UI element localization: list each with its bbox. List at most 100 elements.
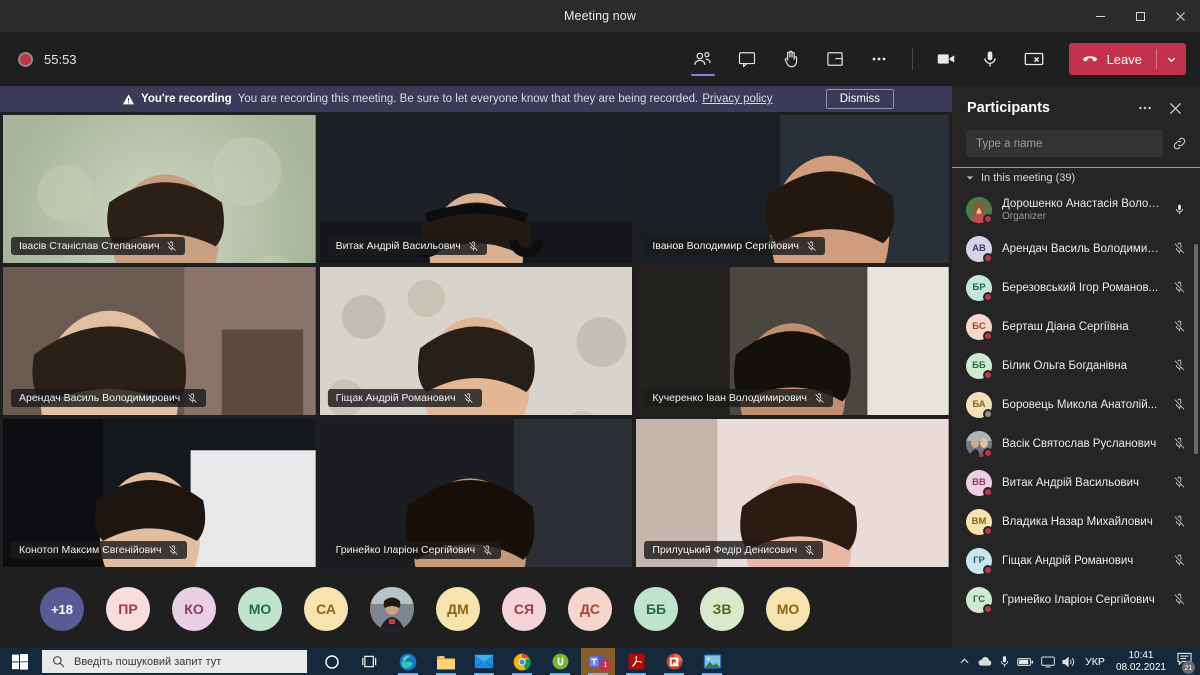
taskbar-app-powerpoint[interactable] <box>657 648 691 675</box>
microphone-tray-icon[interactable] <box>999 655 1010 668</box>
participant-avatar[interactable]: ПР <box>106 587 150 631</box>
list-item[interactable]: БА Боровець Микола Анатолій... <box>952 385 1200 424</box>
dismiss-button[interactable]: Dismiss <box>826 89 894 109</box>
panel-scrollbar[interactable] <box>1194 244 1198 454</box>
taskbar-app-file-explorer[interactable] <box>429 648 463 675</box>
microphone-button[interactable] <box>969 39 1011 79</box>
list-item[interactable]: ГС Гринейко Іларіон Сергійович <box>952 580 1200 619</box>
more-actions-button[interactable] <box>858 39 900 79</box>
participant-avatar-photo[interactable] <box>370 587 414 631</box>
task-view-icon[interactable] <box>353 648 387 675</box>
taskbar-app-acrobat[interactable] <box>619 648 653 675</box>
participant-avatar[interactable]: МО <box>238 587 282 631</box>
privacy-policy-link[interactable]: Privacy policy <box>702 93 772 105</box>
share-screen-button[interactable] <box>1013 39 1055 79</box>
list-item[interactable]: ВВ Витак Андрій Васильович <box>952 463 1200 502</box>
participant-avatar[interactable]: КО <box>172 587 216 631</box>
search-input[interactable] <box>966 130 1163 157</box>
system-tray: УКР 10:41 08.02.2021 21 <box>959 650 1200 674</box>
participant-avatar[interactable]: ДС <box>568 587 612 631</box>
participant-role: Organizer <box>1002 211 1160 222</box>
video-tile[interactable]: Гіщак Андрій Романович <box>320 267 633 415</box>
video-tile[interactable]: Прилуцький Федір Денисович <box>636 419 949 567</box>
avatar-photo <box>370 587 414 631</box>
video-tile[interactable]: Арендач Василь Володимирович <box>3 267 316 415</box>
copy-join-link-icon[interactable] <box>1171 135 1188 152</box>
battery-icon[interactable] <box>1017 657 1034 667</box>
mic-muted-icon[interactable] <box>1170 593 1188 606</box>
cortana-icon[interactable] <box>315 648 349 675</box>
mic-muted-icon[interactable] <box>1170 437 1188 450</box>
notification-center-icon[interactable]: 21 <box>1177 652 1192 671</box>
onedrive-icon[interactable] <box>977 656 992 667</box>
window-controls <box>1080 0 1200 32</box>
panel-close-icon[interactable] <box>1164 97 1186 119</box>
list-item[interactable]: АВ Арендач Василь Володимир... <box>952 229 1200 268</box>
list-item[interactable]: БС Берташ Діана Сергіївна <box>952 307 1200 346</box>
presence-indicator <box>983 526 993 536</box>
video-tile[interactable]: Витак Андрій Васильович <box>320 115 633 263</box>
recording-timer: 55:53 <box>44 52 77 67</box>
breakout-rooms-button[interactable] <box>814 39 856 79</box>
taskbar-clock[interactable]: 10:41 08.02.2021 <box>1116 650 1166 674</box>
participant-avatar[interactable]: ЗВ <box>700 587 744 631</box>
taskbar-app-edge[interactable] <box>391 648 425 675</box>
chat-button[interactable] <box>726 39 768 79</box>
panel-more-options-icon[interactable] <box>1134 97 1156 119</box>
participant-list[interactable]: Дорошенко Анастасія Волод... Organizer А… <box>952 190 1200 648</box>
list-item[interactable]: ББ Білик Ольга Богданівна <box>952 346 1200 385</box>
taskbar-app-teams[interactable]: 1 <box>581 648 615 675</box>
camera-button[interactable] <box>925 39 967 79</box>
mic-muted-icon[interactable] <box>1170 242 1188 255</box>
presence-indicator <box>983 331 993 341</box>
mic-muted-icon[interactable] <box>1170 515 1188 528</box>
mic-muted-icon[interactable] <box>1170 320 1188 333</box>
raise-hand-button[interactable] <box>770 39 812 79</box>
video-tile[interactable]: Конотоп Максим Євгенійович <box>3 419 316 567</box>
participant-search-row <box>952 130 1200 167</box>
taskbar-search[interactable]: Введіть пошуковий запит тут <box>42 650 307 673</box>
participants-button[interactable] <box>682 39 724 79</box>
mic-muted-icon[interactable] <box>1170 398 1188 411</box>
leave-button[interactable]: Leave <box>1069 43 1156 75</box>
participant-avatar[interactable]: ДМ <box>436 587 480 631</box>
participant-avatar[interactable]: МО <box>766 587 810 631</box>
mail-icon <box>474 653 494 670</box>
maximize-icon[interactable] <box>1120 0 1160 32</box>
video-tile[interactable]: Кучеренко Іван Володимирович <box>636 267 949 415</box>
list-item[interactable]: Васік Святослав Русланович <box>952 424 1200 463</box>
video-tile[interactable]: Іванов Володимир Сергійович <box>636 115 949 263</box>
taskbar-app-chrome[interactable] <box>505 648 539 675</box>
participant-info: Витак Андрій Васильович <box>1002 477 1160 489</box>
list-item[interactable]: ВМ Владика Назар Михайлович <box>952 502 1200 541</box>
show-hidden-icons-icon[interactable] <box>959 656 970 667</box>
participant-name: Владика Назар Михайлович <box>1002 516 1160 528</box>
taskbar-app-mail[interactable] <box>467 648 501 675</box>
mic-muted-icon[interactable] <box>1170 359 1188 372</box>
volume-icon[interactable] <box>1062 656 1076 668</box>
minimize-icon[interactable] <box>1080 0 1120 32</box>
presence-indicator <box>983 253 993 263</box>
mic-unmuted-icon[interactable] <box>1170 203 1188 216</box>
mic-muted-icon[interactable] <box>1170 476 1188 489</box>
participant-avatar[interactable]: СЯ <box>502 587 546 631</box>
video-tile[interactable]: Гринейко Іларіон Сергійович <box>320 419 633 567</box>
banner-strong-text: You're recording <box>141 93 232 105</box>
list-item[interactable]: Дорошенко Анастасія Волод... Organizer <box>952 190 1200 229</box>
start-button[interactable] <box>0 648 40 675</box>
language-indicator[interactable]: УКР <box>1085 656 1105 668</box>
mic-muted-icon[interactable] <box>1170 281 1188 294</box>
list-item[interactable]: БР Березовський Ігор Романов... <box>952 268 1200 307</box>
meeting-section-header[interactable]: In this meeting (39) <box>952 167 1200 190</box>
close-icon[interactable] <box>1160 0 1200 32</box>
more-participants-avatar[interactable]: +18 <box>40 587 84 631</box>
leave-dropdown-button[interactable] <box>1157 43 1186 75</box>
taskbar-app-utorrent[interactable] <box>543 648 577 675</box>
display-icon[interactable] <box>1041 656 1055 668</box>
taskbar-app-photos[interactable] <box>695 648 729 675</box>
video-tile[interactable]: Івасів Станіслав Степанович <box>3 115 316 263</box>
participant-avatar[interactable]: ББ <box>634 587 678 631</box>
participant-avatar[interactable]: СА <box>304 587 348 631</box>
list-item[interactable]: ГР Гіщак Андрій Романович <box>952 541 1200 580</box>
mic-muted-icon[interactable] <box>1170 554 1188 567</box>
